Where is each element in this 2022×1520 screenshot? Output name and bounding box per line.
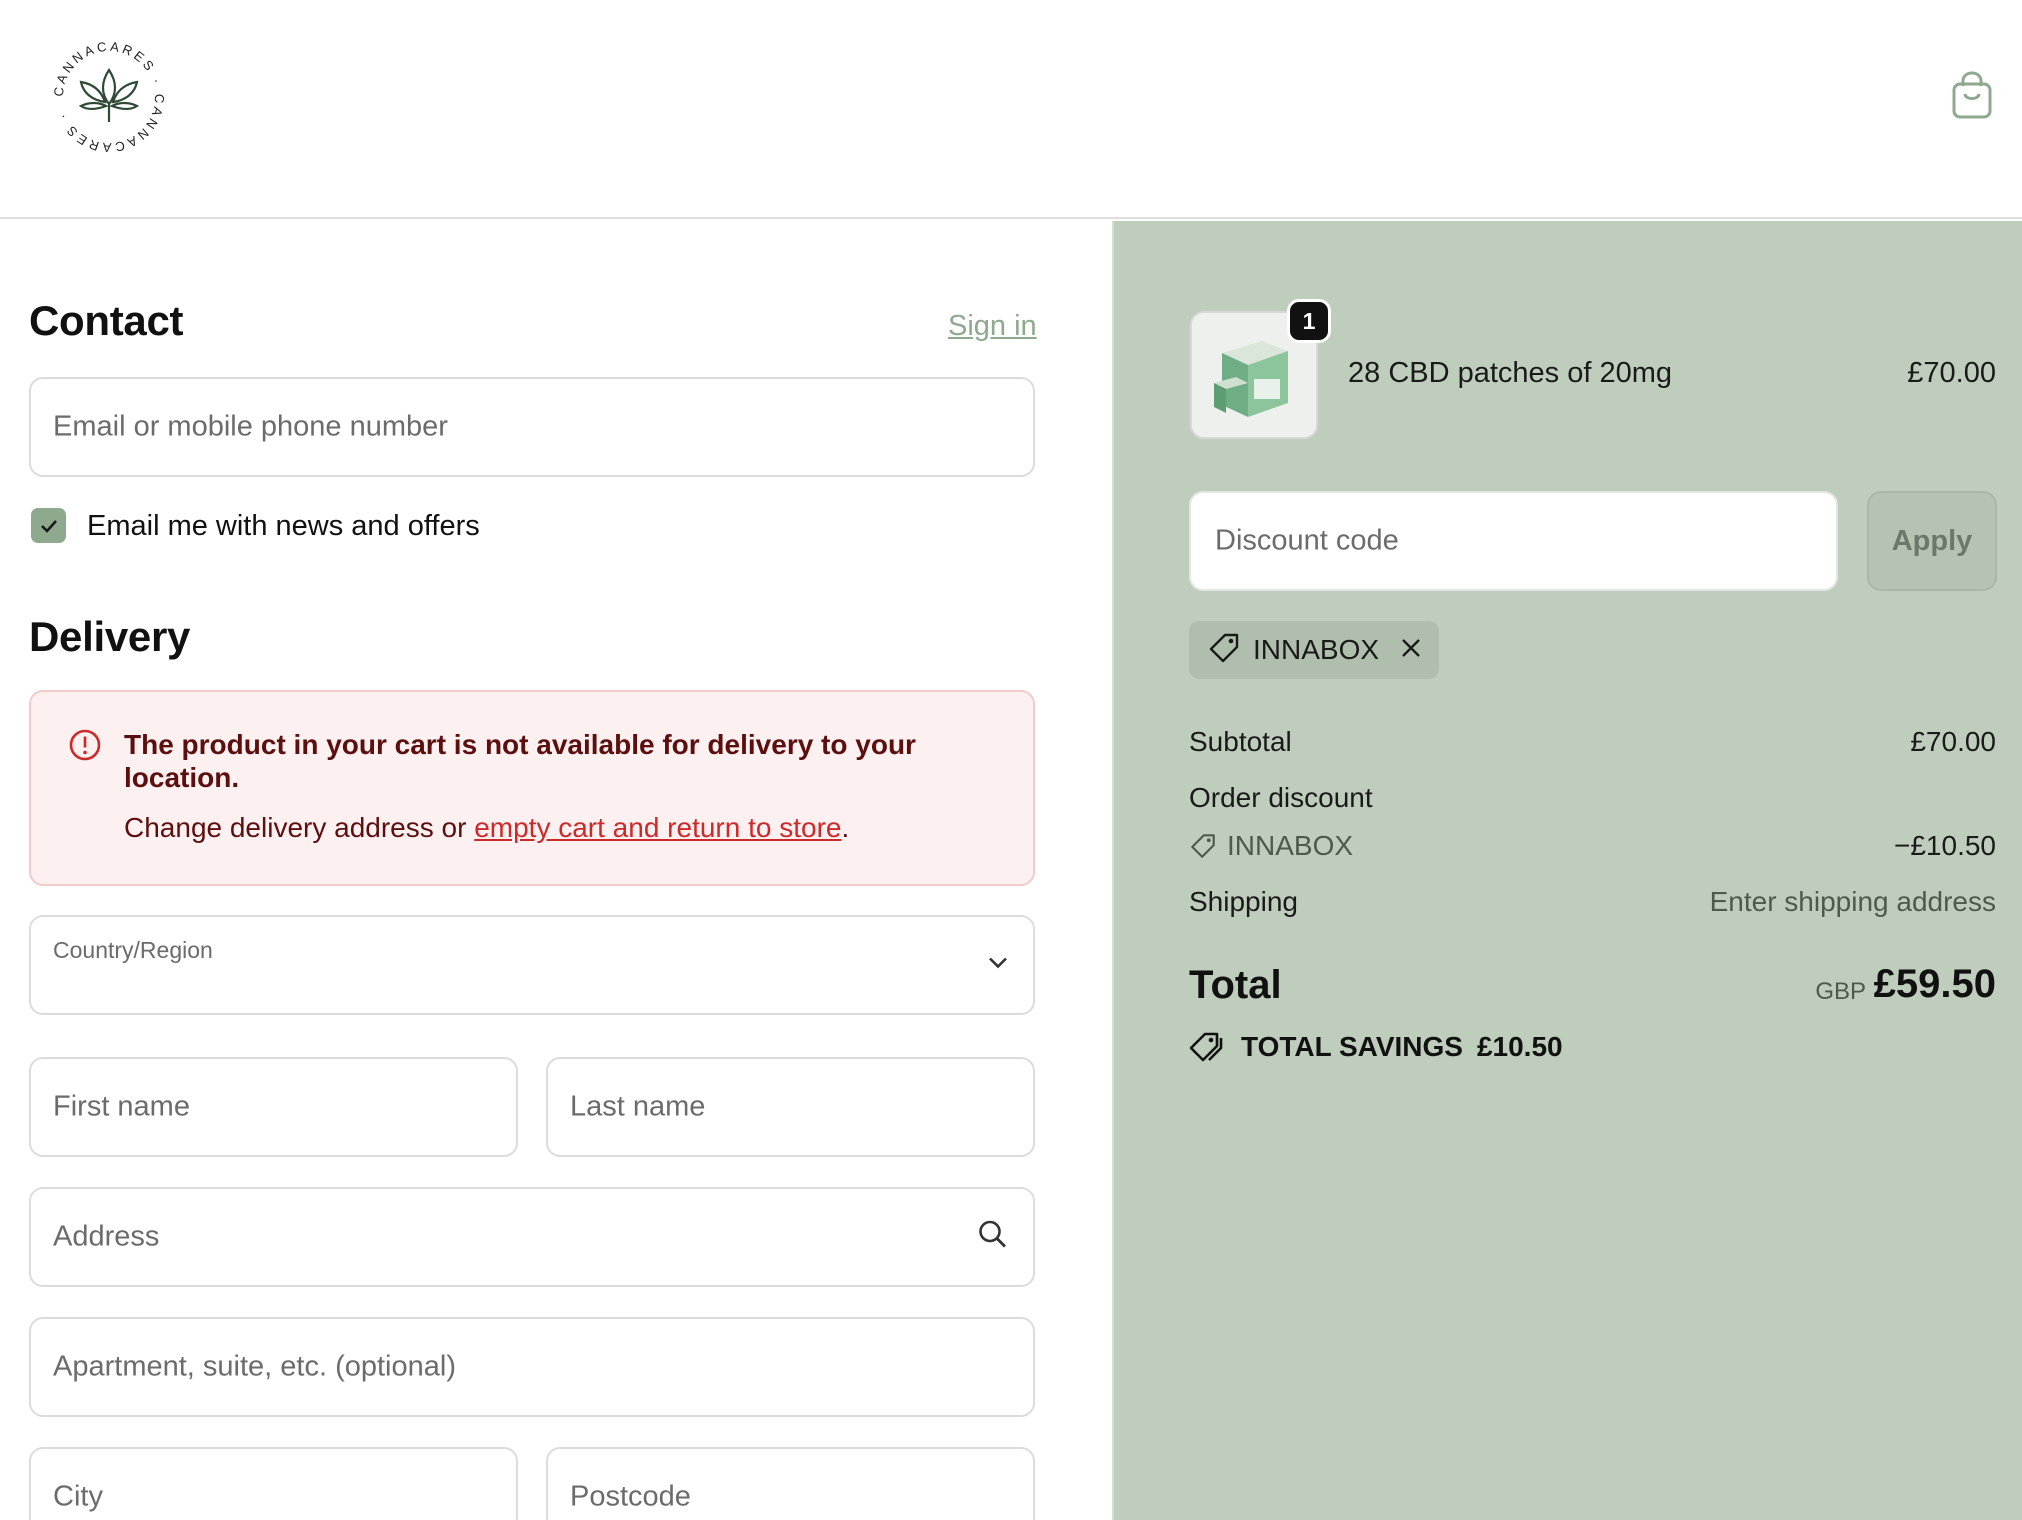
alert-body-suffix: . xyxy=(841,812,850,843)
svg-text:CANNACARES · CANNACARES ·: CANNACARES · CANNACARES · xyxy=(51,39,168,156)
search-icon[interactable] xyxy=(977,1219,1009,1256)
quantity-badge: 1 xyxy=(1287,299,1331,343)
total-currency: GBP xyxy=(1815,978,1866,1005)
newsletter-checkbox[interactable] xyxy=(31,508,66,543)
city-field[interactable]: City xyxy=(29,1447,518,1520)
checkmark-icon xyxy=(40,519,57,533)
subtotal-value: £70.00 xyxy=(1910,726,1996,757)
total-savings: TOTAL SAVINGS £10.50 xyxy=(1189,1030,1563,1064)
email-placeholder: Email or mobile phone number xyxy=(53,410,448,443)
header: CANNACARES · CANNACARES · xyxy=(0,0,2022,219)
delivery-error-alert: The product in your cart is not availabl… xyxy=(29,690,1035,886)
shopping-bag-icon[interactable] xyxy=(1950,70,1994,120)
apply-discount-button[interactable]: Apply xyxy=(1867,491,1997,591)
shipping-value: Enter shipping address xyxy=(1709,886,1996,917)
last-name-placeholder: Last name xyxy=(570,1090,706,1123)
newsletter-label[interactable]: Email me with news and offers xyxy=(87,510,480,543)
country-select[interactable]: Country/Region xyxy=(29,915,1035,1015)
total-amount: £59.50 xyxy=(1873,962,1996,1006)
last-name-field[interactable]: Last name xyxy=(546,1057,1035,1157)
total-label: Total xyxy=(1189,963,1282,1007)
order-discount-value: −£10.50 xyxy=(1894,830,1996,861)
applied-code-label: INNABOX xyxy=(1253,634,1380,665)
country-label: Country/Region xyxy=(53,937,213,963)
alert-body: Change delivery address or empty cart an… xyxy=(124,812,849,844)
tag-icon xyxy=(1189,832,1217,860)
remove-discount-icon[interactable] xyxy=(1399,636,1423,665)
tag-icon xyxy=(1207,631,1241,670)
order-discount-code-label: INNABOX xyxy=(1227,830,1354,861)
alert-body-prefix: Change delivery address or xyxy=(124,812,475,843)
apartment-placeholder: Apartment, suite, etc. (optional) xyxy=(53,1350,456,1383)
first-name-placeholder: First name xyxy=(53,1090,190,1123)
address-placeholder: Address xyxy=(53,1220,160,1253)
delivery-heading: Delivery xyxy=(29,613,191,660)
shipping-label: Shipping xyxy=(1189,886,1298,917)
first-name-field[interactable]: First name xyxy=(29,1057,518,1157)
discount-placeholder: Discount code xyxy=(1215,524,1399,557)
empty-cart-link[interactable]: empty cart and return to store xyxy=(474,812,841,843)
savings-tag-icon xyxy=(1189,1030,1225,1064)
subtotal-label: Subtotal xyxy=(1189,726,1292,757)
postcode-placeholder: Postcode xyxy=(570,1480,691,1513)
cannacares-logo[interactable]: CANNACARES · CANNACARES · xyxy=(48,36,170,158)
order-discount-label: Order discount xyxy=(1189,782,1373,813)
postcode-field[interactable]: Postcode xyxy=(546,1447,1035,1520)
alert-circle-icon xyxy=(68,728,102,767)
applied-discount-chip: INNABOX xyxy=(1189,621,1439,679)
product-title: 28 CBD patches of 20mg xyxy=(1348,357,1673,389)
product-price: £70.00 xyxy=(1907,357,1996,389)
savings-amount: £10.50 xyxy=(1476,1031,1563,1062)
address-field[interactable]: Address xyxy=(29,1187,1035,1287)
order-discount-code: INNABOX xyxy=(1189,830,1353,862)
city-placeholder: City xyxy=(53,1480,103,1513)
email-field[interactable]: Email or mobile phone number xyxy=(29,377,1035,477)
chevron-down-icon xyxy=(987,956,1009,975)
discount-code-input[interactable]: Discount code xyxy=(1189,491,1838,591)
apartment-field[interactable]: Apartment, suite, etc. (optional) xyxy=(29,1317,1035,1417)
savings-label: TOTAL SAVINGS xyxy=(1241,1031,1463,1062)
alert-title: The product in your cart is not availabl… xyxy=(124,729,916,793)
sign-in-link[interactable]: Sign in xyxy=(948,310,1037,343)
contact-heading: Contact xyxy=(29,297,184,344)
